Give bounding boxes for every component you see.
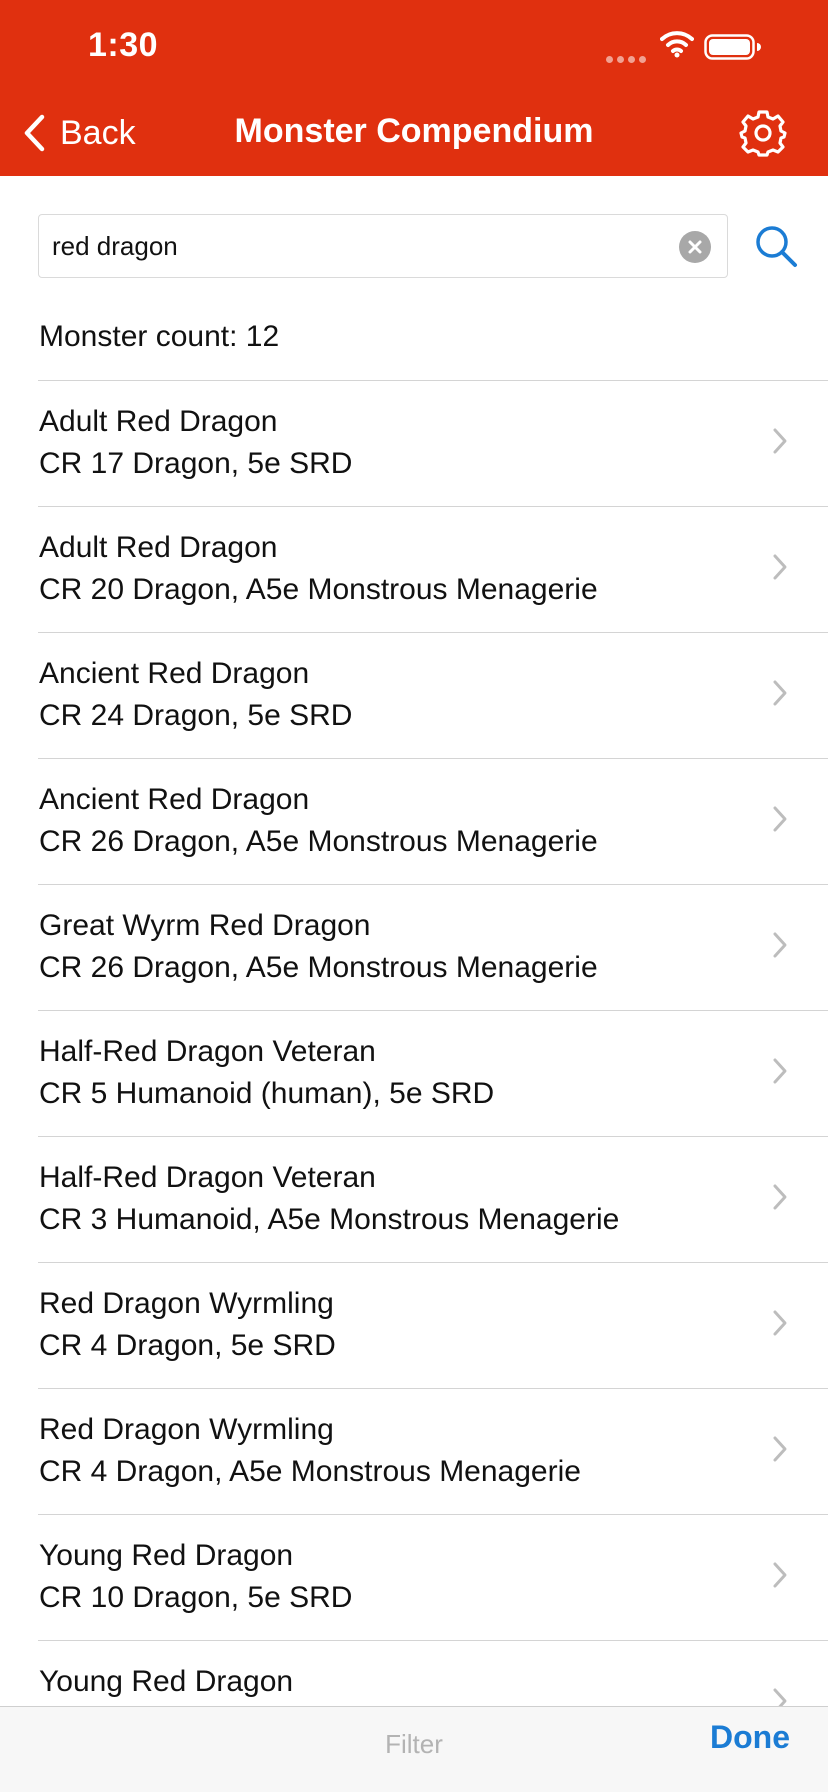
monster-name: Adult Red Dragon xyxy=(39,531,278,564)
monster-detail: CR 20 Dragon, A5e Monstrous Menagerie xyxy=(39,573,598,606)
search-input[interactable] xyxy=(52,215,652,277)
monster-detail: CR 26 Dragon, A5e Monstrous Menagerie xyxy=(39,825,598,858)
chevron-right-icon xyxy=(773,1436,787,1462)
monster-name: Young Red Dragon xyxy=(39,1539,294,1572)
status-time: 1:30 xyxy=(88,26,159,64)
list-item[interactable]: Red Dragon Wyrmling CR 4 Dragon, 5e SRD xyxy=(38,1263,828,1389)
monster-detail: CR 17 Dragon, 5e SRD xyxy=(39,447,353,480)
done-button[interactable]: Done xyxy=(710,1719,790,1756)
wifi-icon xyxy=(660,31,694,58)
monster-name: Red Dragon Wyrmling xyxy=(39,1287,334,1320)
monster-count: Monster count: 12 xyxy=(39,320,280,353)
chevron-right-icon xyxy=(773,680,787,706)
clear-circle-icon xyxy=(688,240,702,254)
status-indicators xyxy=(606,30,776,64)
list-item[interactable]: Red Dragon Wyrmling CR 4 Dragon, A5e Mon… xyxy=(38,1389,828,1515)
navigation-header: 1:30 Back Monster Compendium xyxy=(0,0,828,176)
chevron-right-icon xyxy=(773,1562,787,1588)
list-item[interactable]: Half-Red Dragon Veteran CR 3 Humanoid, A… xyxy=(38,1137,828,1263)
chevron-right-icon xyxy=(773,554,787,580)
monster-list: Adult Red Dragon CR 17 Dragon, 5e SRD Ad… xyxy=(0,381,828,1767)
list-item[interactable]: Ancient Red Dragon CR 24 Dragon, 5e SRD xyxy=(38,633,828,759)
monster-name: Ancient Red Dragon xyxy=(39,783,310,816)
monster-detail: CR 5 Humanoid (human), 5e SRD xyxy=(39,1077,495,1110)
search-icon[interactable] xyxy=(752,222,800,270)
list-item[interactable]: Half-Red Dragon Veteran CR 5 Humanoid (h… xyxy=(38,1011,828,1137)
chevron-right-icon xyxy=(773,428,787,454)
battery-icon xyxy=(704,34,761,60)
keyboard-toolbar: Filter Done xyxy=(0,1706,828,1792)
list-item[interactable]: Adult Red Dragon CR 17 Dragon, 5e SRD xyxy=(38,381,828,507)
monster-detail: CR 24 Dragon, 5e SRD xyxy=(39,699,353,732)
monster-name: Half-Red Dragon Veteran xyxy=(39,1161,376,1194)
list-item[interactable]: Ancient Red Dragon CR 26 Dragon, A5e Mon… xyxy=(38,759,828,885)
chevron-right-icon xyxy=(773,806,787,832)
monster-name: Half-Red Dragon Veteran xyxy=(39,1035,376,1068)
monster-detail: CR 4 Dragon, 5e SRD xyxy=(39,1329,336,1362)
chevron-right-icon xyxy=(773,932,787,958)
page-title: Monster Compendium xyxy=(234,112,594,150)
filter-label: Filter xyxy=(385,1729,443,1759)
monster-name: Great Wyrm Red Dragon xyxy=(39,909,371,942)
search-field xyxy=(38,214,728,278)
monster-name: Ancient Red Dragon xyxy=(39,657,310,690)
monster-detail: CR 10 Dragon, 5e SRD xyxy=(39,1581,353,1614)
list-item[interactable]: Great Wyrm Red Dragon CR 26 Dragon, A5e … xyxy=(38,885,828,1011)
search-bar xyxy=(38,214,828,282)
monster-name: Red Dragon Wyrmling xyxy=(39,1413,334,1446)
monster-name: Adult Red Dragon xyxy=(39,405,278,438)
clear-search-button[interactable] xyxy=(679,231,711,263)
monster-detail: CR 4 Dragon, A5e Monstrous Menagerie xyxy=(39,1455,581,1488)
chevron-right-icon xyxy=(773,1184,787,1210)
gear-icon[interactable] xyxy=(738,108,788,158)
monster-detail: CR 26 Dragon, A5e Monstrous Menagerie xyxy=(39,951,598,984)
monster-name: Young Red Dragon xyxy=(39,1665,294,1698)
chevron-right-icon xyxy=(773,1310,787,1336)
list-item[interactable]: Young Red Dragon CR 10 Dragon, 5e SRD xyxy=(38,1515,828,1641)
list-item[interactable]: Adult Red Dragon CR 20 Dragon, A5e Monst… xyxy=(38,507,828,633)
chevron-right-icon xyxy=(773,1058,787,1084)
monster-detail: CR 3 Humanoid, A5e Monstrous Menagerie xyxy=(39,1203,620,1236)
cellular-signal-icon xyxy=(606,50,650,68)
